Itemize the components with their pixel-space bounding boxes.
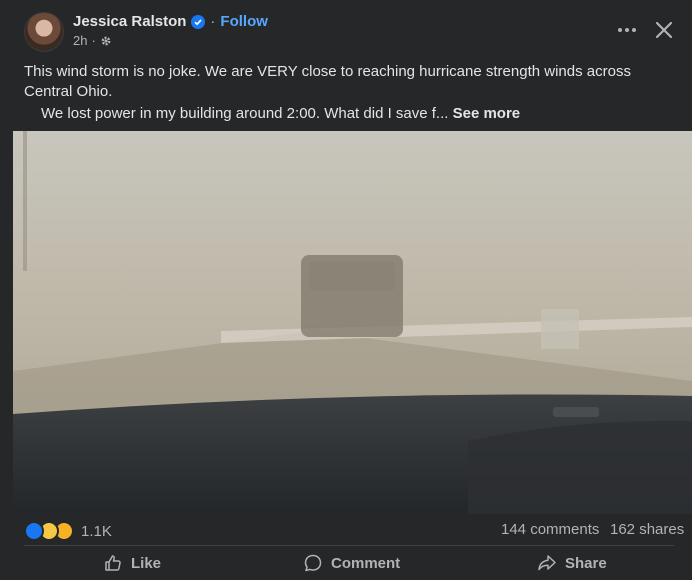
divider	[24, 545, 674, 546]
comments-count[interactable]: 144 comments	[501, 521, 599, 538]
close-button[interactable]	[652, 18, 676, 42]
audience-gear-icon[interactable]	[100, 35, 112, 47]
post-photo[interactable]	[13, 131, 692, 514]
more-dots-icon	[618, 28, 636, 32]
comment-bubble-icon	[304, 554, 322, 572]
like-label: Like	[131, 554, 162, 572]
comment-label: Comment	[331, 554, 401, 572]
avatar[interactable]	[24, 12, 64, 52]
post-text: This wind storm is no joke. We are VERY …	[24, 62, 674, 124]
like-reaction-icon	[24, 521, 44, 541]
reaction-count: 1.1K	[81, 522, 112, 540]
post-text-line2: We lost power in my building around 2:00…	[24, 104, 674, 124]
share-label: Share	[565, 554, 607, 572]
reactions-summary[interactable]: 1.1K	[24, 521, 112, 541]
thumbs-up-icon	[105, 555, 121, 571]
verified-badge-icon	[191, 14, 206, 29]
share-button[interactable]: Share	[537, 550, 607, 576]
see-more-link[interactable]: See more	[453, 105, 521, 122]
follow-button[interactable]: Follow	[220, 13, 268, 30]
post-text-line1: This wind storm is no joke. We are VERY …	[24, 63, 631, 100]
close-icon	[655, 21, 673, 39]
post-card: Jessica Ralston · Follow 2h · This wind …	[0, 0, 692, 580]
separator-dot: ·	[210, 13, 216, 30]
like-button[interactable]: Like	[103, 550, 161, 576]
author-name[interactable]: Jessica Ralston	[73, 13, 186, 30]
post-text-line2-body: We lost power in my building around 2:00…	[41, 105, 449, 122]
dashcam-photo	[13, 131, 692, 514]
post-meta: 2h ·	[73, 33, 112, 48]
more-options-button[interactable]	[614, 18, 640, 42]
comment-button[interactable]: Comment	[303, 550, 400, 576]
time-separator: ·	[91, 33, 96, 48]
shares-count[interactable]: 162 shares	[610, 521, 684, 538]
share-arrow-icon	[538, 555, 556, 571]
post-time[interactable]: 2h	[73, 33, 87, 48]
author-line: Jessica Ralston · Follow	[73, 13, 268, 30]
